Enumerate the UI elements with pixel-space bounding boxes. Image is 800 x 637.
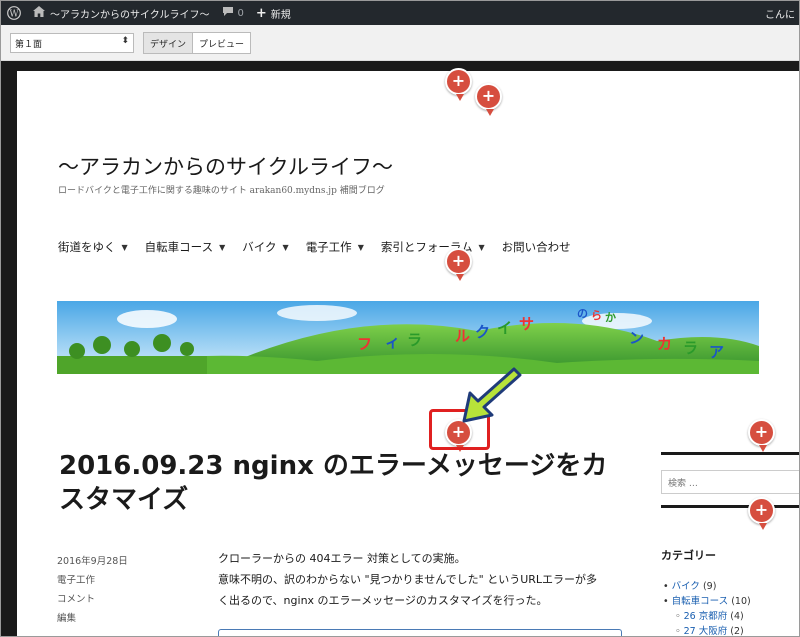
post-title[interactable]: 2016.09.23 nginx のエラーメッセージをカスタマイズ <box>59 449 629 517</box>
header-letter: の <box>577 307 588 320</box>
edit-shortcut-plus-icon[interactable]: + <box>445 248 472 281</box>
search-input[interactable]: 検索 … <box>661 470 799 494</box>
nav-item-electronics[interactable]: 電子工作 ▼ <box>306 239 364 255</box>
site-description: ロードバイクと電子工作に関する趣味のサイト arakan60.mydns.jp … <box>58 186 385 196</box>
admin-bar-new[interactable]: + 新規 <box>250 1 297 25</box>
post-edit-link[interactable]: 編集 <box>57 609 128 628</box>
content-code-box <box>218 629 622 636</box>
site-title[interactable]: ～アラカンからのサイクルライフ～ <box>58 151 393 181</box>
svg-text:W: W <box>9 9 19 19</box>
chevron-down-icon: ▼ <box>121 242 128 252</box>
category-name: 27 大阪府 <box>683 626 728 637</box>
edit-shortcut-plus-icon[interactable]: + <box>748 419 775 452</box>
category-item[interactable]: • 自転車コース (10) <box>663 594 751 609</box>
header-letter: ら <box>591 309 602 322</box>
nav-item-label: 街道をゆく <box>58 240 116 254</box>
nav-item-label: 自転車コース <box>144 240 214 254</box>
select-arrows-icon: ⬍ <box>121 36 129 46</box>
post-paragraph-line: クローラーからの 404エラー 対策としての実施。 <box>218 552 466 565</box>
edit-shortcut-plus-icon[interactable]: + <box>445 68 472 101</box>
arrow-pointer-icon <box>462 367 522 423</box>
post-meta: 2016年9月28日 電子工作 コメント 編集 <box>57 552 128 628</box>
editor-toolbar: 第１面 ⬍ デザイン プレビュー <box>1 25 799 61</box>
page-select-value: 第１面 <box>15 40 43 50</box>
post-comments-link[interactable]: コメント <box>57 590 128 609</box>
post-content: クローラーからの 404エラー 対策としての実施。 意味不明の、訳のわからない … <box>218 548 628 611</box>
admin-bar: W ～アラカンからのサイクルライフ～ 0 + 新規 こんに <box>1 1 799 25</box>
nav-item-label: バイク <box>242 240 277 254</box>
post-category[interactable]: 電子工作 <box>57 571 128 590</box>
preview-tab[interactable]: プレビュー <box>193 33 250 53</box>
nav-item-courses[interactable]: 自転車コース ▼ <box>145 239 226 255</box>
category-item[interactable]: ◦ 27 大阪府 (2) <box>663 624 751 637</box>
site-page: ～アラカンからのサイクルライフ～ ロードバイクと電子工作に関する趣味のサイト a… <box>17 71 799 637</box>
category-item[interactable]: ◦ 26 京都府 (4) <box>663 609 751 624</box>
admin-bar-greeting[interactable]: こんに <box>759 1 799 25</box>
nav-item-bike[interactable]: バイク ▼ <box>242 239 288 255</box>
header-letter: フ <box>357 335 373 353</box>
header-image: フ ィ ラ ル ク イ サ の ら か ン カ ラ ア <box>57 301 759 374</box>
admin-bar-site[interactable]: ～アラカンからのサイクルライフ～ <box>27 1 216 25</box>
header-letters: フ ィ ラ ル ク イ サ の ら か ン カ ラ ア <box>57 301 759 374</box>
category-count: (2) <box>730 626 744 637</box>
header-letter: ラ <box>683 339 699 357</box>
category-name: 26 京都府 <box>683 611 728 622</box>
category-list: • バイク (9) • 自転車コース (10) ◦ 26 京都府 (4) ◦ 2… <box>663 579 751 637</box>
comment-icon <box>222 6 234 20</box>
header-letter: ル <box>455 327 471 345</box>
new-label: 新規 <box>270 9 291 21</box>
category-name: バイク <box>671 581 700 592</box>
sidebar-divider <box>661 452 799 455</box>
admin-bar-site-name: ～アラカンからのサイクルライフ～ <box>50 9 210 21</box>
comment-count: 0 <box>237 7 244 19</box>
header-letter: ラ <box>407 331 423 349</box>
header-letter: ク <box>475 323 491 341</box>
header-letter: カ <box>657 335 673 353</box>
home-icon <box>33 6 45 20</box>
sidebar-divider <box>661 505 799 508</box>
header-letter: ア <box>709 343 725 361</box>
category-item[interactable]: • バイク (9) <box>663 579 751 594</box>
chevron-down-icon: ▼ <box>219 242 226 252</box>
post-date[interactable]: 2016年9月28日 <box>57 552 128 571</box>
header-letter: イ <box>497 319 513 337</box>
chevron-down-icon: ▼ <box>357 242 364 252</box>
wordpress-logo-icon[interactable]: W <box>1 1 27 25</box>
view-toggle: デザイン プレビュー <box>143 32 252 54</box>
nav-item-contact[interactable]: お問い合わせ <box>502 239 571 255</box>
edit-shortcut-plus-icon[interactable]: + <box>475 83 502 116</box>
chevron-down-icon: ▼ <box>282 242 289 252</box>
post-paragraph-line: く出るので、nginx のエラーメッセージのカスタマイズを行った。 <box>218 594 548 607</box>
screenshot-frame: W ～アラカンからのサイクルライフ～ 0 + 新規 こんに 第１面 ⬍ デザイン… <box>0 0 800 637</box>
page-select[interactable]: 第１面 ⬍ <box>10 33 134 53</box>
category-count: (9) <box>702 581 717 592</box>
category-count: (10) <box>731 596 751 607</box>
edit-shortcut-plus-icon[interactable]: + <box>748 497 775 530</box>
nav-item-kaido[interactable]: 街道をゆく ▼ <box>58 239 128 255</box>
main-navigation: 街道をゆく ▼ 自転車コース ▼ バイク ▼ 電子工作 ▼ 索引とフォーラム ▼ お問い合… <box>58 239 588 255</box>
nav-item-label: お問い合わせ <box>501 240 571 254</box>
header-letter: ィ <box>385 333 401 351</box>
categories-heading: カテゴリー <box>661 549 716 562</box>
site-preview: ～アラカンからのサイクルライフ～ ロードバイクと電子工作に関する趣味のサイト a… <box>1 61 799 637</box>
post-paragraph-line: 意味不明の、訳のわからない "見つかりませんでした" というURLエラーが多 <box>218 573 598 586</box>
category-name: 自転車コース <box>671 596 729 607</box>
design-tab[interactable]: デザイン <box>144 33 194 53</box>
header-letter: サ <box>519 315 535 333</box>
category-count: (4) <box>730 611 744 622</box>
header-letter: か <box>605 311 616 324</box>
chevron-down-icon: ▼ <box>478 242 485 252</box>
header-letter: ン <box>629 329 645 347</box>
admin-bar-comments[interactable]: 0 <box>216 1 250 25</box>
nav-item-label: 電子工作 <box>305 240 352 254</box>
plus-icon: + <box>255 5 267 21</box>
